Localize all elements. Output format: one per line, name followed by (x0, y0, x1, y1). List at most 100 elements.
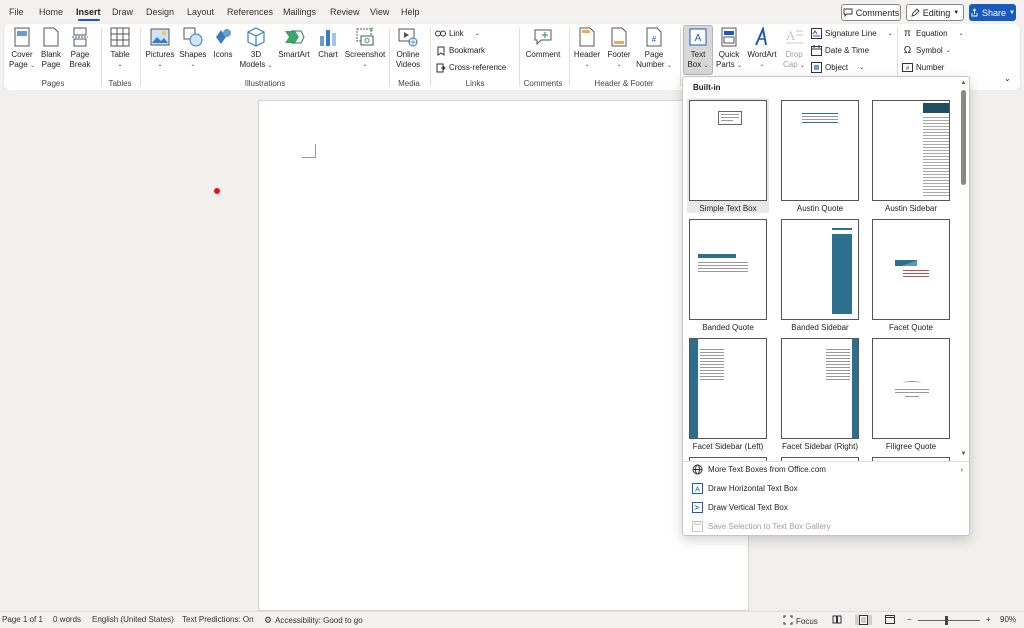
gallery-item-banded-quote[interactable]: Banded Quote (687, 217, 769, 332)
symbol-button[interactable]: Ω Symbol ⌄ (902, 45, 951, 56)
chart-button[interactable]: Chart (314, 26, 342, 60)
collapse-ribbon-button[interactable]: ⌄ (1004, 74, 1011, 83)
tab-references[interactable]: References (227, 7, 273, 17)
icons-button[interactable]: Icons (209, 26, 237, 60)
comments-button[interactable]: Comments (841, 4, 901, 21)
shapes-button[interactable]: Shapes ⌄ (178, 26, 208, 70)
tab-help[interactable]: Help (401, 7, 420, 17)
pictures-button[interactable]: Pictures ⌄ (144, 26, 176, 70)
signature-line-button[interactable]: Signature Line ⌄ (811, 28, 893, 39)
gallery-item-facet-sidebar-left[interactable]: Facet Sidebar (Left) (687, 336, 769, 451)
share-button[interactable]: Share ▼ (969, 4, 1016, 21)
gallery-item-simple-text-box[interactable]: Simple Text Box (687, 98, 769, 213)
text-predictions-indicator[interactable]: Text Predictions: On (182, 615, 254, 624)
new-comment-button[interactable]: Comment (521, 26, 565, 60)
zoom-out-button[interactable]: − (907, 615, 912, 624)
share-icon (971, 8, 978, 17)
gallery-scrollbar[interactable]: ▲ ▼ (959, 79, 968, 459)
comment-icon (843, 8, 853, 17)
link-label: Link (449, 29, 464, 38)
tab-design[interactable]: Design (146, 7, 174, 17)
gallery-item-banded-sidebar[interactable]: Banded Sidebar (779, 217, 861, 332)
text-margin-marker (302, 144, 316, 158)
zoom-slider-thumb[interactable] (945, 616, 948, 625)
cross-reference-button[interactable]: Cross-reference (435, 62, 506, 73)
cube-icon (245, 26, 267, 48)
3d-models-button[interactable]: 3D Models ⌄ (239, 26, 273, 71)
word-count[interactable]: 0 words (53, 615, 81, 624)
header-button[interactable]: Header ⌄ (572, 26, 602, 70)
online-videos-label-2: Videos (395, 60, 421, 69)
language-indicator[interactable]: English (United States) (92, 615, 174, 624)
tab-mailings[interactable]: Mailings (283, 7, 316, 17)
more-text-boxes-label: More Text Boxes from Office.com (708, 465, 826, 474)
link-button[interactable]: Link ⌄ (435, 28, 480, 39)
cover-page-label-1: Cover (11, 50, 33, 59)
zoom-in-button[interactable]: + (986, 615, 991, 624)
blank-page-button[interactable]: Blank Page (38, 26, 64, 70)
page-break-icon (69, 26, 91, 48)
scroll-down-arrow-icon[interactable]: ▼ (959, 450, 968, 458)
wordart-icon (751, 26, 773, 48)
page-break-label-2: Break (69, 60, 91, 69)
scrollbar-thumb[interactable] (961, 90, 966, 185)
chevron-right-icon: › (960, 465, 963, 474)
tab-draw[interactable]: Draw (112, 7, 133, 17)
document-page[interactable] (258, 100, 749, 611)
page-number-label-1: Page (644, 50, 664, 59)
tab-home[interactable]: Home (39, 7, 63, 17)
gallery-item-facet-quote[interactable]: Facet Quote (870, 217, 952, 332)
draw-vertical-text-box-menu-item[interactable]: A Draw Vertical Text Box (683, 498, 969, 517)
tab-insert[interactable]: Insert (76, 7, 101, 17)
gallery-item-caption: Facet Sidebar (Left) (692, 442, 764, 451)
gallery-item-filigree-quote[interactable]: Filigree Quote (870, 336, 952, 451)
screenshot-icon (354, 26, 376, 48)
gallery-item-austin-sidebar[interactable]: Austin Sidebar (870, 98, 952, 213)
zoom-level[interactable]: 90% (1000, 615, 1016, 624)
tab-review[interactable]: Review (330, 7, 360, 17)
editing-mode-button[interactable]: Editing ▼ (906, 4, 964, 21)
quick-parts-button[interactable]: Quick Parts ⌄ (714, 26, 744, 71)
gallery-item-caption: Filigree Quote (885, 442, 937, 451)
more-text-boxes-menu-item[interactable]: More Text Boxes from Office.com › (683, 460, 969, 479)
page-break-button[interactable]: Page Break (67, 26, 93, 70)
online-videos-button[interactable]: Online Videos (393, 26, 423, 70)
cross-reference-icon (435, 62, 446, 73)
drop-cap-button[interactable]: A Drop Cap ⌄ (780, 26, 808, 71)
cover-page-button[interactable]: Cover Page ⌄ (8, 26, 36, 71)
page-count[interactable]: Page 1 of 1 (2, 615, 43, 624)
active-tab-indicator (78, 19, 100, 21)
web-layout-icon[interactable] (885, 615, 895, 624)
wordart-button[interactable]: WordArt ⌄ (745, 26, 779, 70)
tab-file[interactable]: File (9, 7, 24, 17)
text-box-button[interactable]: A Text Box ⌄ (683, 26, 713, 71)
scroll-up-arrow-icon[interactable]: ▲ (959, 79, 968, 87)
draw-horizontal-text-box-menu-item[interactable]: A Draw Horizontal Text Box (683, 479, 969, 498)
group-separator (680, 28, 681, 86)
zoom-slider-track[interactable] (918, 620, 980, 621)
accessibility-indicator[interactable]: ⚙ Accessibility: Good to go (264, 615, 363, 626)
footer-button[interactable]: Footer ⌄ (604, 26, 634, 70)
tab-view[interactable]: View (370, 7, 389, 17)
tab-layout[interactable]: Layout (187, 7, 214, 17)
gallery-item-facet-sidebar-right[interactable]: Facet Sidebar (Right) (779, 336, 861, 451)
facet-sidebar-right-preview (781, 338, 859, 439)
date-time-label: Date & Time (825, 46, 870, 55)
chevron-down-icon: ⌄ (859, 65, 865, 71)
signature-line-icon (811, 28, 822, 39)
chevron-down-icon: ▼ (1009, 9, 1015, 16)
focus-mode-button[interactable]: Focus (783, 615, 818, 627)
date-time-button[interactable]: Date & Time (811, 45, 869, 56)
screenshot-button[interactable]: Screenshot ⌄ (344, 26, 386, 70)
gallery-item-austin-quote[interactable]: Austin Quote (779, 98, 861, 213)
page-number-button[interactable]: # Page Number ⌄ (634, 26, 674, 71)
text-box-label-2: Box (687, 60, 702, 69)
object-button[interactable]: Object ⌄ (811, 62, 864, 73)
print-layout-icon[interactable] (855, 615, 872, 625)
bookmark-button[interactable]: Bookmark (435, 45, 485, 56)
number-button[interactable]: # Number (902, 62, 944, 73)
smartart-button[interactable]: SmartArt (276, 26, 312, 60)
table-button[interactable]: Table ⌄ (106, 26, 134, 70)
equation-button[interactable]: π Equation ⌄ (902, 28, 964, 39)
read-mode-icon[interactable] (832, 615, 842, 624)
